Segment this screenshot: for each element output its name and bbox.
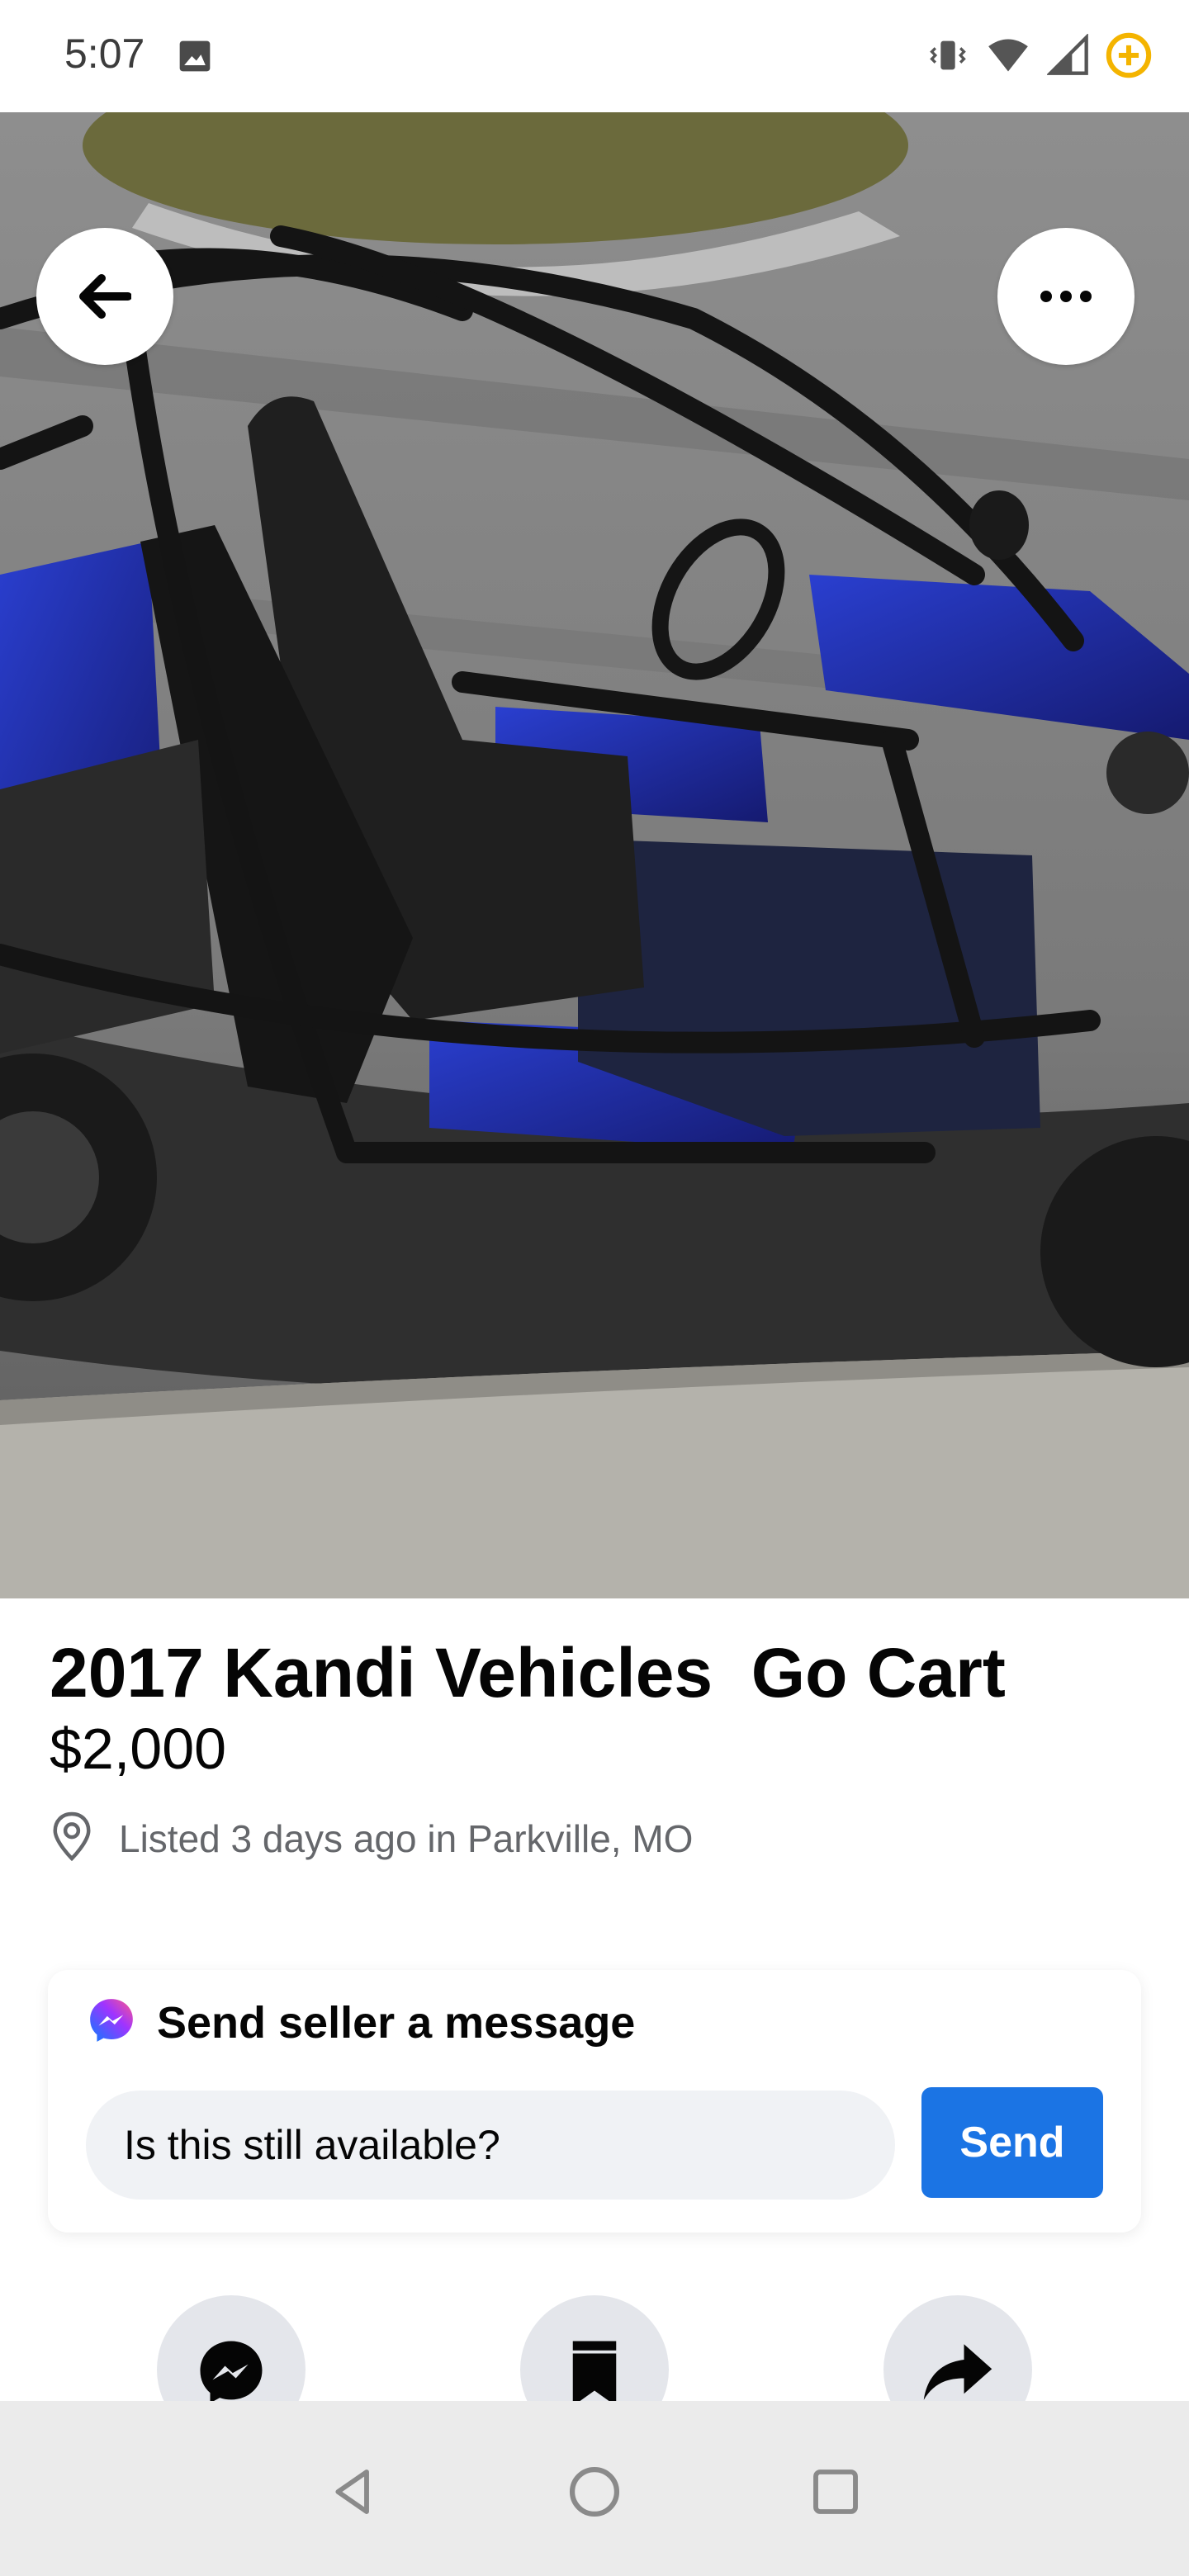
nav-recents-button[interactable] (803, 2460, 869, 2526)
wifi-icon (984, 34, 1032, 81)
listing-location: Listed 3 days ago in Parkville, MO (50, 1810, 693, 1867)
message-card-header: Send seller a message (86, 1995, 635, 2050)
status-time: 5:07 (64, 31, 145, 77)
listing-photo[interactable] (0, 112, 1189, 1598)
circle-home-icon (566, 2464, 623, 2524)
status-bar: 5:07 (0, 0, 1189, 112)
send-button[interactable]: Send (921, 2087, 1103, 2198)
share-icon (921, 2327, 995, 2413)
messenger-icon (194, 2327, 268, 2413)
location-pin-icon (50, 1810, 94, 1867)
square-recents-icon (809, 2465, 862, 2522)
triangle-back-icon (327, 2465, 380, 2522)
more-options-button[interactable] (997, 228, 1135, 365)
nav-back-button[interactable] (320, 2460, 386, 2526)
more-dots-icon (1040, 290, 1092, 303)
message-card-heading: Send seller a message (157, 1997, 636, 2048)
status-icons (926, 31, 1153, 83)
arrow-left-icon (78, 273, 131, 320)
signal-icon (1046, 33, 1090, 81)
message-seller-card: Send seller a message Is this still avai… (48, 1970, 1141, 2233)
back-button[interactable] (36, 228, 173, 365)
listing-price: $2,000 (50, 1717, 227, 1781)
message-input[interactable]: Is this still available? (86, 2091, 895, 2200)
vibrate-icon (926, 34, 969, 81)
location-text: Listed 3 days ago in Parkville, MO (119, 1816, 694, 1860)
battery-saver-icon (1105, 31, 1153, 83)
nav-home-button[interactable] (561, 2460, 628, 2526)
save-bookmark-icon (561, 2327, 628, 2413)
listing-title: 2017 Kandi Vehicles Go Cart (50, 1634, 1006, 1712)
messenger-icon (86, 1995, 137, 2050)
gallery-notification-icon (177, 38, 213, 78)
